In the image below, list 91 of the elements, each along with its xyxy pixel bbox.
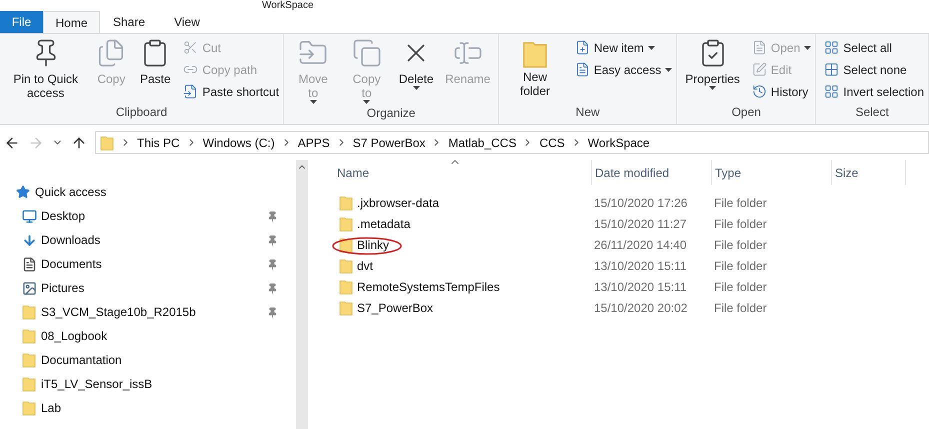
breadcrumb[interactable]: This PC — [137, 134, 180, 152]
date-cell-text: 13/10/2020 15:11 — [593, 258, 688, 274]
file-name[interactable]: RemoteSystemsTempFiles — [357, 278, 500, 296]
date-cell-text: 15/10/2020 17:26 — [593, 194, 688, 212]
copy-icon — [352, 38, 382, 68]
file-name[interactable]: .metadata — [357, 214, 410, 232]
date-cell-text: 26/11/2020 14:40 — [593, 236, 688, 254]
breadcrumb[interactable]: Windows (C:) — [202, 134, 275, 152]
ribbon-button[interactable]: New item — [574, 38, 672, 57]
scrollbar[interactable] — [296, 160, 308, 429]
ribbon-button[interactable]: Select all — [824, 38, 924, 57]
file-name[interactable]: dvt — [357, 256, 374, 274]
date-cell-text: 13/10/2020 15:11 — [593, 278, 688, 296]
sidebar-item[interactable]: Quick access — [0, 180, 296, 204]
column-header[interactable]: Name — [334, 160, 592, 185]
column-header[interactable]: Size — [832, 160, 906, 185]
folder-icon — [339, 216, 353, 232]
document-icon — [22, 256, 36, 272]
type-cell-text: File folder — [713, 300, 768, 316]
ribbon-button[interactable]: Paste shortcut — [183, 82, 280, 101]
sidebar-item[interactable]: Lab — [0, 396, 296, 420]
folder-icon — [100, 134, 114, 150]
folder-icon — [22, 304, 36, 320]
open-icon — [752, 40, 767, 55]
shortcut-icon — [183, 84, 198, 99]
folder-icon — [339, 258, 353, 274]
ribbon-button[interactable]: Delete — [395, 38, 438, 104]
breadcrumb[interactable]: S7 PowerBox — [352, 134, 426, 152]
folder-icon — [22, 376, 36, 392]
group-label: Organize — [366, 105, 416, 122]
file-name[interactable]: .jxbrowser-data — [357, 194, 440, 212]
folder-icon — [339, 194, 353, 210]
folder-icon — [339, 278, 353, 294]
group-label: Open — [730, 104, 762, 121]
picture-icon — [22, 280, 36, 296]
ribbon-tab[interactable]: Home — [43, 11, 100, 33]
breadcrumb[interactable]: Matlab_CCS — [448, 134, 516, 152]
window-title: WorkSpace — [262, 1, 314, 11]
group-label: New — [574, 104, 601, 121]
sidebar-item[interactable]: Downloads — [0, 228, 296, 252]
sidebar-item[interactable]: Documantation — [0, 348, 296, 372]
type-cell-text: File folder — [713, 236, 768, 254]
group-label: Clipboard — [114, 104, 168, 121]
star-icon — [16, 185, 30, 199]
type-cell-text: File folder — [713, 216, 768, 232]
document-icon — [574, 62, 590, 77]
select-all-icon — [824, 40, 840, 55]
ribbon-button[interactable]: Paste — [135, 38, 176, 103]
column-header[interactable]: Type — [712, 160, 832, 185]
type-cell-text: File folder — [713, 258, 768, 274]
date-cell-text: 15/10/2020 20:02 — [593, 300, 688, 316]
new-item-icon — [574, 40, 590, 55]
invert-selection-icon — [824, 84, 840, 99]
sidebar-item[interactable]: Pictures — [0, 276, 296, 300]
sidebar-item[interactable]: Desktop — [0, 204, 296, 228]
ribbon-button[interactable]: Select none — [824, 60, 924, 79]
file-name[interactable]: S7_PowerBox — [357, 298, 434, 316]
address-bar[interactable]: This PC Windows (C:) APPS S7 PowerBox Matlab_CCS CCS WorkSpace — [95, 131, 929, 154]
up-icon[interactable] — [71, 134, 87, 150]
ribbon-tab[interactable]: Share — [100, 11, 158, 33]
breadcrumb[interactable]: CCS — [539, 134, 565, 152]
breadcrumb[interactable]: WorkSpace — [588, 134, 650, 152]
ribbon-button[interactable]: History — [752, 82, 812, 101]
ribbon-button[interactable]: Invert selection — [824, 82, 924, 101]
sidebar-item[interactable]: S3_VCM_Stage10b_R2015b — [0, 300, 296, 324]
ribbon-button[interactable]: New folder — [503, 38, 567, 103]
group-label: Select — [854, 104, 890, 121]
desktop-icon — [22, 208, 36, 224]
ribbon-tab[interactable]: File — [0, 11, 43, 33]
type-cell-text: File folder — [713, 278, 768, 296]
column-header[interactable]: Date modified — [592, 160, 712, 185]
sidebar-item[interactable]: 08_Logbook — [0, 324, 296, 348]
select-none-icon — [824, 62, 840, 77]
ribbon-button[interactable]: Pin to Quick access — [4, 38, 88, 103]
folder-icon — [22, 352, 36, 368]
back-icon[interactable] — [4, 134, 20, 150]
ribbon-button[interactable]: Properties — [681, 38, 744, 103]
folder-icon — [22, 400, 36, 416]
sidebar-item[interactable]: Documents — [0, 252, 296, 276]
date-cell-text: 15/10/2020 11:27 — [593, 216, 688, 232]
type-cell-text: File folder — [713, 194, 768, 212]
scissors-icon — [183, 40, 198, 55]
history-icon — [752, 84, 767, 99]
ribbon-tab[interactable]: View — [158, 11, 216, 33]
download-icon — [22, 232, 36, 248]
sidebar-item[interactable]: iT5_LV_Sensor_issB — [0, 372, 296, 396]
folder-icon — [339, 300, 353, 316]
folder-icon — [22, 328, 36, 344]
edit-icon — [752, 62, 767, 77]
ribbon-button[interactable]: Easy access — [574, 60, 672, 79]
breadcrumb[interactable]: APPS — [298, 134, 330, 152]
